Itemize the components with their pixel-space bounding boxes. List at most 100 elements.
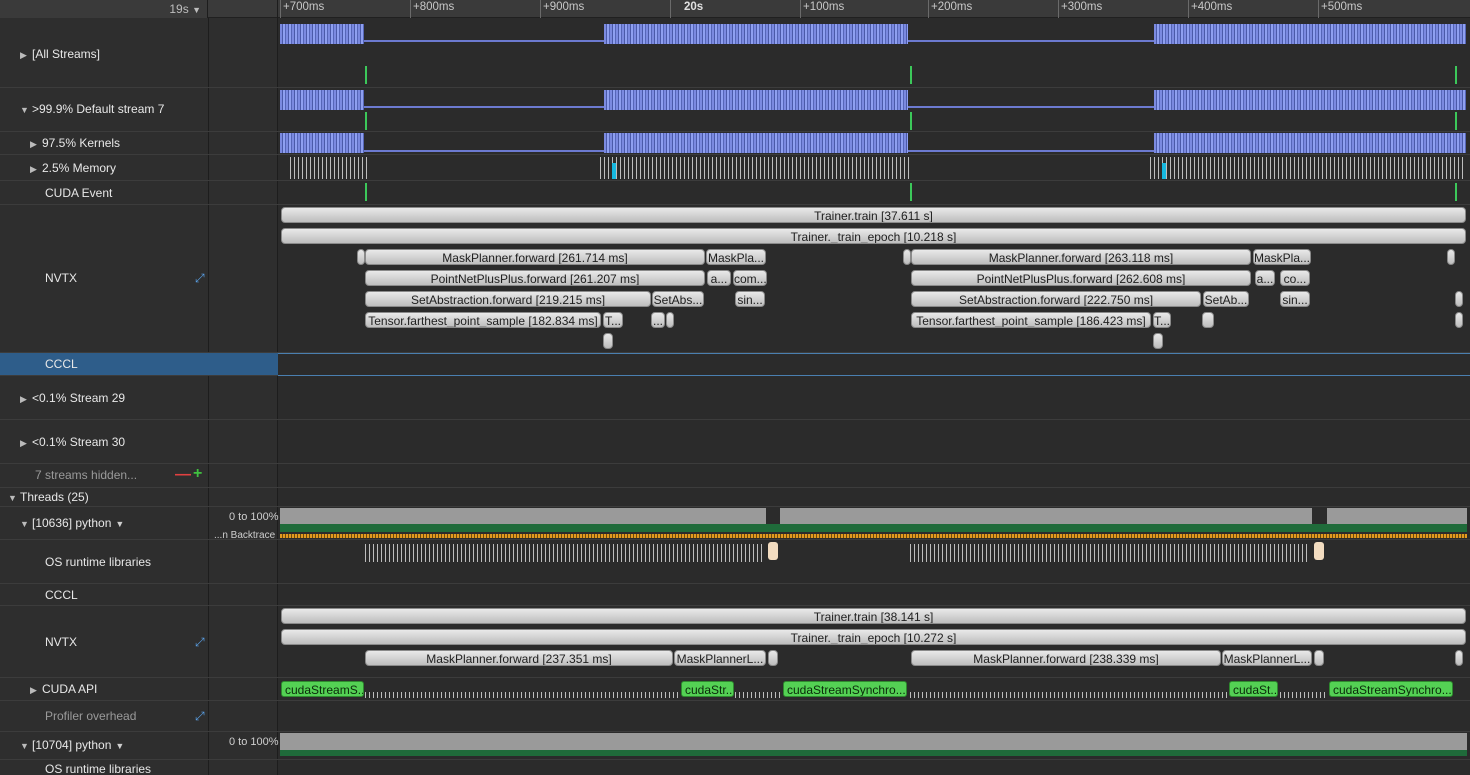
nvtx-range[interactable] [1455,291,1463,307]
nvtx-range[interactable]: SetAbs... [652,291,704,307]
nvtx-range[interactable] [768,650,778,666]
hide-stream-icon[interactable]: — [175,466,191,484]
collapse-arrow-icon[interactable]: ▼ [20,741,32,751]
nvtx-range[interactable] [357,249,365,265]
nvtx-range[interactable]: MaskPlanner.forward [261.714 ms] [365,249,705,265]
time-ruler[interactable]: 19s ▼ +700ms +800ms +900ms 20s +100ms +2… [0,0,1470,18]
expand-arrow-icon[interactable]: ▶ [20,50,32,61]
expand-arrow-icon[interactable]: ▶ [20,438,32,449]
row-stream-30[interactable]: ▶ <0.1% Stream 30 [0,420,1470,464]
expand-diagonal-icon[interactable]: ⤢ [195,635,205,650]
nvtx-range[interactable] [1202,312,1214,328]
expand-diagonal-icon[interactable]: ⤢ [195,709,205,724]
nvtx-range[interactable]: a... [1255,270,1275,286]
row-cccl-thread[interactable]: CCCL [0,584,1470,606]
expand-arrow-icon[interactable]: ▶ [20,394,32,405]
nvtx-range[interactable]: SetAbstraction.forward [222.750 ms] [911,291,1201,307]
tick-label: +100ms [803,1,845,13]
row-label[interactable]: ▶ CUDA API [30,682,97,696]
row-label[interactable]: ▶ <0.1% Stream 30 [20,435,125,449]
row-label[interactable]: ▶ [All Streams] [20,47,100,61]
cuda-api-call[interactable]: cudaSt... [1229,681,1278,697]
ruler-zoom-area[interactable]: 19s ▼ [0,0,208,18]
row-thread-10636[interactable]: ▼ [10636] python ▼ 0 to 100% ...n Backtrac… [0,507,1470,541]
nvtx-range[interactable]: com... [733,270,767,286]
row-profiler-overhead[interactable]: Profiler overhead ⤢ [0,701,1470,732]
expand-arrow-icon[interactable]: ▶ [30,164,42,175]
cuda-api-call[interactable]: cudaStreamSynchro... [1329,681,1453,697]
expand-arrow-icon[interactable]: ▶ [30,685,42,696]
nvtx-range[interactable]: Tensor.farthest_point_sample [182.834 ms… [365,312,601,328]
nvtx-range[interactable]: sin... [1280,291,1310,307]
nvtx-range[interactable]: MaskPlanner.forward [238.339 ms] [911,650,1221,666]
row-nvtx-thread[interactable]: NVTX ⤢ Trainer.train [38.141 s] Trainer.… [0,606,1470,678]
row-label[interactable]: ▼ [10636] python ▼ [20,516,124,530]
nvtx-range[interactable] [1153,333,1163,349]
nvtx-range[interactable] [903,249,911,265]
row-label[interactable]: ▼ Threads (25) [8,490,89,504]
cuda-api-call[interactable]: cudaStreamSynchro... [783,681,907,697]
nvtx-range[interactable]: co... [1280,270,1310,286]
row-cccl-selected[interactable]: CCCL [0,353,278,376]
row-cuda-api[interactable]: ▶ CUDA API cudaStreamS... cudaStr... cuda… [0,678,1470,701]
cuda-api-call[interactable]: cudaStr... [681,681,734,697]
expand-diagonal-icon[interactable]: ⤢ [195,271,205,286]
nvtx-range[interactable] [1314,650,1324,666]
nvtx-range[interactable]: Trainer.train [38.141 s] [281,608,1466,624]
kernel-idle [364,150,604,152]
nvtx-range[interactable]: sin... [735,291,765,307]
nvtx-range[interactable]: MaskPla... [1253,249,1311,265]
nvtx-range[interactable]: Tensor.farthest_point_sample [186.423 ms… [911,312,1151,328]
dropdown-caret-icon[interactable]: ▼ [115,519,124,529]
row-stream-29[interactable]: ▶ <0.1% Stream 29 [0,376,1470,420]
nvtx-range[interactable]: MaskPlanner.forward [237.351 ms] [365,650,673,666]
collapse-arrow-icon[interactable]: ▼ [8,493,20,503]
expand-arrow-icon[interactable]: ▶ [30,139,42,150]
row-label-text: 97.5% Kernels [42,136,121,150]
nvtx-range[interactable]: Trainer.train [37.611 s] [281,207,1466,223]
nvtx-range[interactable] [1455,650,1463,666]
nvtx-range[interactable] [1447,249,1455,265]
nvtx-range[interactable]: MaskPlannerL... [674,650,766,666]
nvtx-range[interactable]: T... [603,312,623,328]
row-nvtx-stream[interactable]: NVTX ⤢ Trainer.train [37.611 s] Trainer.… [0,205,1470,353]
os-call[interactable] [1314,542,1324,560]
row-all-streams[interactable]: ▶ [All Streams] [0,18,1470,88]
row-thread-10704[interactable]: ▼ [10704] python ▼ 0 to 100% [0,732,1470,760]
row-label[interactable]: ▼ [10704] python ▼ [20,738,124,752]
row-label[interactable]: ▶ 97.5% Kernels [30,136,120,150]
row-label[interactable]: ▶ 2.5% Memory [30,161,116,175]
row-os-runtime[interactable]: OS runtime libraries [0,540,1470,584]
nvtx-range[interactable]: a... [707,270,731,286]
nvtx-range[interactable]: MaskPlanner.forward [263.118 ms] [911,249,1251,265]
row-memory[interactable]: ▶ 2.5% Memory [0,155,1470,181]
row-default-stream[interactable]: ▼ >99.9% Default stream 7 [0,88,1470,132]
nvtx-range[interactable]: Trainer._train_epoch [10.272 s] [281,629,1466,645]
row-os-runtime-2[interactable]: OS runtime libraries [0,760,1470,775]
row-kernels[interactable]: ▶ 97.5% Kernels [0,132,1470,155]
nvtx-range[interactable] [1455,312,1463,328]
nvtx-range[interactable]: SetAbstraction.forward [219.215 ms] [365,291,651,307]
nvtx-range[interactable]: MaskPla... [706,249,766,265]
cuda-api-call[interactable]: cudaStreamS... [281,681,364,697]
collapse-arrow-icon[interactable]: ▼ [20,519,32,529]
nvtx-range[interactable]: PointNetPlusPlus.forward [261.207 ms] [365,270,705,286]
row-cuda-event[interactable]: CUDA Event [0,181,1470,205]
nvtx-range[interactable]: Trainer._train_epoch [10.218 s] [281,228,1466,244]
dropdown-caret-icon[interactable]: ▼ [115,741,124,751]
event-marker [365,66,367,84]
row-threads[interactable]: ▼ Threads (25) [0,488,1470,507]
nvtx-range[interactable] [603,333,613,349]
nvtx-range[interactable]: SetAb... [1203,291,1249,307]
row-label[interactable]: ▼ >99.9% Default stream 7 [20,102,164,116]
os-call[interactable] [768,542,778,560]
nvtx-range[interactable]: PointNetPlusPlus.forward [262.608 ms] [911,270,1251,286]
nvtx-range[interactable]: ... [651,312,665,328]
collapse-arrow-icon[interactable]: ▼ [20,105,32,115]
nvtx-range[interactable]: MaskPlannerL... [1222,650,1312,666]
show-stream-icon[interactable]: + [193,465,202,483]
zoom-selector[interactable]: 19s ▼ [169,2,201,16]
nvtx-range[interactable]: T... [1153,312,1171,328]
row-label[interactable]: ▶ <0.1% Stream 29 [20,391,125,405]
nvtx-range[interactable] [666,312,674,328]
